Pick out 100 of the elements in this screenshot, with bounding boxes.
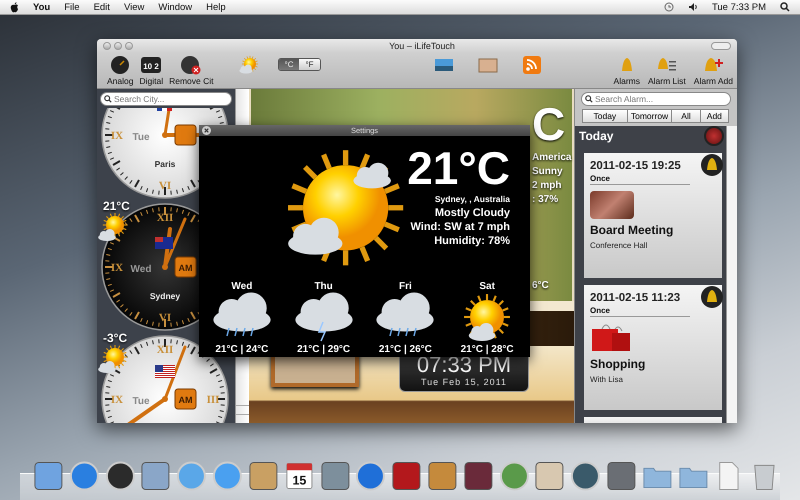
weather-text: : 37% [532,193,558,207]
am-pm-badge: AM [174,388,196,410]
app-icon[interactable] [320,460,350,492]
alarm-title: Shopping [590,357,646,371]
alarm-note: Conference Hall [590,241,648,250]
filter-button[interactable]: Tomorrow [626,109,672,123]
stop-button[interactable] [704,126,724,146]
photo-placeholder [590,191,634,219]
flag-icon [155,237,173,249]
app-icon[interactable] [426,460,458,492]
clock-numeral: XII [156,212,174,224]
section-heading: Today [579,129,614,143]
humidity-label: Humidity: 78% [434,234,510,248]
alarm-card[interactable]: 2011-02-15 19:25 Once Board Meeting Conference Hall [584,153,722,278]
app-icon[interactable] [248,460,279,492]
forecast-day: Wed [231,281,252,292]
toolbar-button[interactable]: Alarm List [646,53,688,86]
flag-icon [155,365,175,378]
toolbar-button[interactable]: Alarm Add [692,53,735,86]
rss-icon [520,55,543,75]
close-icon[interactable] [202,126,211,135]
clock-numeral: IX [110,394,124,406]
app-icon[interactable] [140,460,172,492]
alarm-datetime: 2011-02-15 11:23 [590,292,680,304]
menu-app-name[interactable]: You [33,2,50,12]
sun-cloud-icon [98,345,128,375]
weekday-label: Wed [130,264,152,275]
search-icon [585,95,593,103]
weekday-label: Tue [132,132,150,143]
digital-clock-icon: 10 2 [140,55,162,75]
am-pm-badge: AM [174,256,196,278]
time-machine-icon[interactable] [664,2,674,12]
city-search-field[interactable]: Search City... [100,92,232,106]
forecast-day: Sat [479,281,495,292]
alarm-search-field[interactable]: Search Alarm... [581,92,731,106]
menu-clock[interactable]: Tue 7:33 PM [712,2,766,12]
scrollbar[interactable] [726,126,737,423]
weekday-label: Tue [132,396,150,407]
toolbar-button[interactable]: Alarms [612,53,642,86]
clock-date: Tue Feb 15, 2011 [420,377,508,387]
forecast-temps: 21°C | 24°C [215,344,268,355]
weather-text: C [532,97,566,151]
alarm-repeat: Once [590,306,690,317]
current-temperature: 21°C [407,142,510,194]
clock-numeral: VI [158,312,172,324]
calendar-icon[interactable]: 15 [284,460,314,492]
menu-item[interactable]: File [64,2,80,12]
alarm-title: Board Meeting [590,223,674,237]
unit-toggle[interactable]: °C [278,59,300,70]
filter-button[interactable]: Add [700,109,729,123]
search-icon [104,95,112,103]
city-name: Paris [154,159,176,169]
city-name: Sydney [150,291,180,301]
forecast-temps: 21°C | 28°C [460,344,514,355]
forecast-day: Fri [398,281,412,292]
window-title: You – iLifeTouch [388,41,456,51]
bell-icon[interactable] [700,153,724,177]
app-icon[interactable] [534,460,566,492]
wind-label: Wind: SW at 7 mph [410,220,510,234]
alarm-note: With Lisa [590,375,623,384]
am-pm-badge [174,124,196,146]
volume-icon[interactable] [688,2,698,12]
toolbar-toggle-button[interactable] [711,42,731,50]
forecast-day: Thu [314,281,333,292]
toolbar-button[interactable]: Remove Cit [167,53,216,86]
temperature-label: -3°C [103,331,128,345]
toolbar-button[interactable]: 10 2 Digital [137,53,166,86]
menu-item[interactable]: Help [206,2,226,12]
app-icon[interactable] [462,460,494,492]
menu-item[interactable]: Window [158,2,192,12]
flag-icon [157,108,172,111]
weather-text: 2 mph [532,179,562,193]
sun-cloud-icon [98,213,128,243]
app-icon[interactable] [391,460,422,492]
search-icon[interactable] [780,2,790,12]
sun-cloud-icon [238,55,260,75]
alarm-datetime: 2011-02-15 19:25 [590,160,681,172]
clock-time: 07:33 PM [416,353,512,377]
clock-numeral: VI [158,180,172,192]
app-icon[interactable] [570,460,601,492]
app-icon[interactable] [33,460,64,492]
app-icon[interactable] [104,460,136,492]
weather-text: 6°C [532,279,549,293]
bell-icon[interactable] [700,285,724,309]
clock-numeral: III [206,394,220,406]
weather-text: Sunny [532,165,563,179]
clock-remove-icon [180,55,202,75]
forecast-temps: 21°C | 29°C [297,344,350,355]
menu-item[interactable]: View [124,2,144,12]
filter-button[interactable]: All [671,109,701,123]
apple-logo-icon[interactable] [10,2,19,12]
toolbar-button[interactable]: Analog [105,53,136,86]
menu-item[interactable]: Edit [94,2,110,12]
condition-label: Mostly Cloudy [434,206,510,220]
temperature-label: 21°C [103,199,130,213]
alarm-card[interactable]: 2011-02-15 11:23 Once Shopping With Lisa [584,285,722,410]
filter-button[interactable]: Today [582,109,628,123]
unit-toggle[interactable]: °F [299,59,320,70]
location-label: Sydney, , Australia [434,194,510,206]
app-icon[interactable] [606,460,637,492]
